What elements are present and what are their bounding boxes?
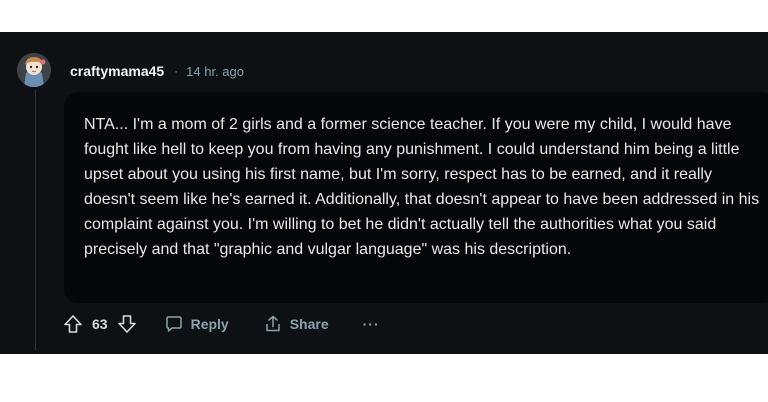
comment-body-container: NTA... I'm a mom of 2 girls and a former… (64, 92, 768, 303)
comment-card: craftymama45 · 14 hr. ago NTA... I'm a m… (0, 32, 768, 354)
action-bar: 63 Reply Share ··· (62, 312, 380, 336)
arrow-down-icon[interactable] (116, 313, 138, 335)
share-label: Share (289, 316, 329, 332)
username-link[interactable]: craftymama45 (70, 63, 164, 79)
speech-bubble-icon (165, 316, 182, 332)
reply-label: Reply (190, 316, 229, 332)
comment-meta: craftymama45 · 14 hr. ago (70, 62, 244, 80)
thread-line[interactable] (35, 90, 36, 350)
more-options-button[interactable]: ··· (363, 316, 380, 332)
avatar[interactable] (17, 53, 51, 87)
arrow-up-icon[interactable] (62, 313, 84, 335)
share-upload-icon (265, 315, 280, 332)
timestamp[interactable]: 14 hr. ago (186, 64, 244, 79)
share-button[interactable]: Share (263, 314, 329, 334)
avatar-icon (17, 53, 51, 87)
comment-body-text: NTA... I'm a mom of 2 girls and a former… (84, 116, 760, 258)
meta-separator: · (174, 64, 179, 78)
vote-count: 63 (92, 316, 108, 332)
reply-button[interactable]: Reply (164, 314, 229, 334)
